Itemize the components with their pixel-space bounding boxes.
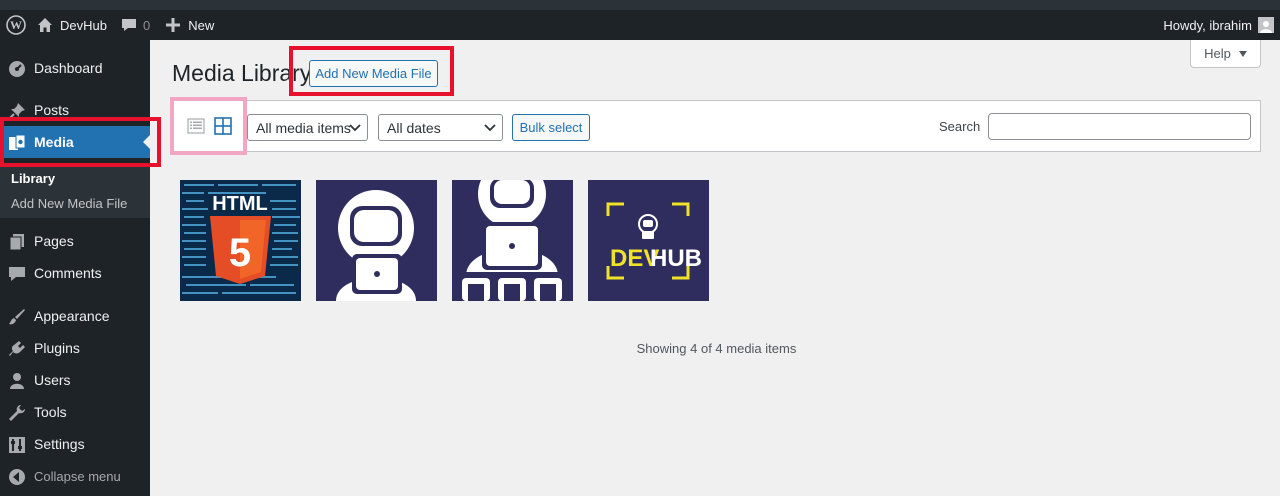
menu-label: Dashboard bbox=[34, 60, 103, 76]
top-strip bbox=[0, 0, 1280, 10]
media-item-devhub-logo[interactable]: DEV HUB bbox=[588, 180, 709, 301]
site-name: DevHub bbox=[60, 17, 107, 33]
greeting: Howdy, ibrahim bbox=[1163, 17, 1252, 33]
comment-icon bbox=[8, 265, 26, 283]
menu-label: Settings bbox=[34, 436, 85, 452]
media-item-astronaut-laptop[interactable] bbox=[316, 180, 437, 301]
menu-comments[interactable]: Comments bbox=[0, 257, 150, 289]
menu-pages[interactable]: Pages bbox=[0, 225, 150, 257]
date-filter-value: All dates bbox=[387, 119, 441, 136]
plus-icon bbox=[166, 18, 181, 32]
highlight-add-new-button bbox=[289, 46, 454, 96]
menu-label: Appearance bbox=[34, 308, 110, 324]
avatar bbox=[1258, 17, 1274, 33]
user-icon bbox=[8, 372, 26, 390]
admin-bar: W DevHub 0 New Howdy, ibrahim bbox=[0, 10, 1280, 40]
new-content-button[interactable]: New bbox=[158, 10, 222, 40]
menu-settings[interactable]: Settings bbox=[0, 428, 150, 460]
plugin-icon bbox=[8, 340, 26, 358]
collapse-label: Collapse menu bbox=[34, 468, 121, 484]
media-type-filter[interactable]: All media items bbox=[247, 114, 368, 141]
submenu-library[interactable]: Library bbox=[11, 171, 55, 186]
site-name-link[interactable]: DevHub bbox=[33, 10, 115, 40]
menu-label: Comments bbox=[34, 265, 102, 281]
help-tab-button[interactable]: Help bbox=[1190, 40, 1261, 68]
comments-link[interactable]: 0 bbox=[115, 10, 158, 40]
menu-label: Users bbox=[34, 372, 71, 388]
bulk-select-button[interactable]: Bulk select bbox=[512, 114, 590, 141]
date-filter[interactable]: All dates bbox=[378, 114, 503, 141]
caret-down-icon bbox=[1238, 50, 1247, 57]
collapse-icon bbox=[8, 468, 26, 486]
media-search-input[interactable] bbox=[988, 113, 1251, 140]
highlight-view-switch bbox=[170, 97, 247, 155]
media-item-astronaut-full[interactable] bbox=[452, 180, 573, 301]
pages-icon bbox=[8, 233, 26, 251]
astronaut-laptop-thumbnail bbox=[316, 180, 437, 301]
menu-tools[interactable]: Tools bbox=[0, 396, 150, 428]
media-count-status: Showing 4 of 4 media items bbox=[636, 341, 797, 356]
media-item-html5[interactable]: HTML 5 bbox=[180, 180, 301, 301]
menu-users[interactable]: Users bbox=[0, 364, 150, 396]
html5-badge-number: 5 bbox=[229, 231, 251, 275]
menu-label: Tools bbox=[34, 404, 67, 420]
menu-label: Pages bbox=[34, 233, 74, 249]
settings-icon bbox=[8, 436, 26, 454]
svg-text:W: W bbox=[10, 18, 22, 32]
menu-appearance[interactable]: Appearance bbox=[0, 300, 150, 332]
menu-label: Plugins bbox=[34, 340, 80, 356]
highlight-media-menu bbox=[0, 117, 161, 167]
help-label: Help bbox=[1204, 46, 1231, 61]
home-icon bbox=[38, 18, 52, 32]
devhub-logo-thumbnail: DEV HUB bbox=[588, 180, 709, 301]
html5-code-thumbnail: HTML 5 bbox=[180, 180, 301, 301]
comment-count: 0 bbox=[142, 17, 151, 33]
chevron-down-icon bbox=[484, 124, 496, 132]
astronaut-full-thumbnail bbox=[452, 180, 573, 301]
wordpress-logo-button[interactable]: W bbox=[0, 10, 33, 40]
brush-icon bbox=[8, 308, 26, 326]
my-account-link[interactable]: Howdy, ibrahim bbox=[1163, 10, 1274, 40]
chevron-down-icon bbox=[349, 124, 361, 132]
new-label: New bbox=[188, 17, 215, 33]
search-label: Search bbox=[939, 119, 981, 134]
media-type-filter-value: All media items bbox=[256, 119, 351, 136]
admin-sidebar: Dashboard Posts Media Library Add New Me… bbox=[0, 40, 150, 496]
devhub-logo-text-hub: HUB bbox=[650, 245, 702, 272]
submenu-add-new[interactable]: Add New Media File bbox=[11, 196, 127, 211]
dashboard-icon bbox=[8, 60, 26, 78]
menu-plugins[interactable]: Plugins bbox=[0, 332, 150, 364]
wrench-icon bbox=[8, 404, 26, 422]
html5-thumbnail-text: HTML bbox=[212, 193, 268, 215]
menu-label: Posts bbox=[34, 102, 70, 118]
wordpress-icon: W bbox=[6, 15, 26, 35]
menu-dashboard[interactable]: Dashboard bbox=[0, 52, 150, 84]
comment-bubble-icon bbox=[121, 19, 136, 31]
collapse-menu-button[interactable]: Collapse menu bbox=[0, 460, 150, 492]
